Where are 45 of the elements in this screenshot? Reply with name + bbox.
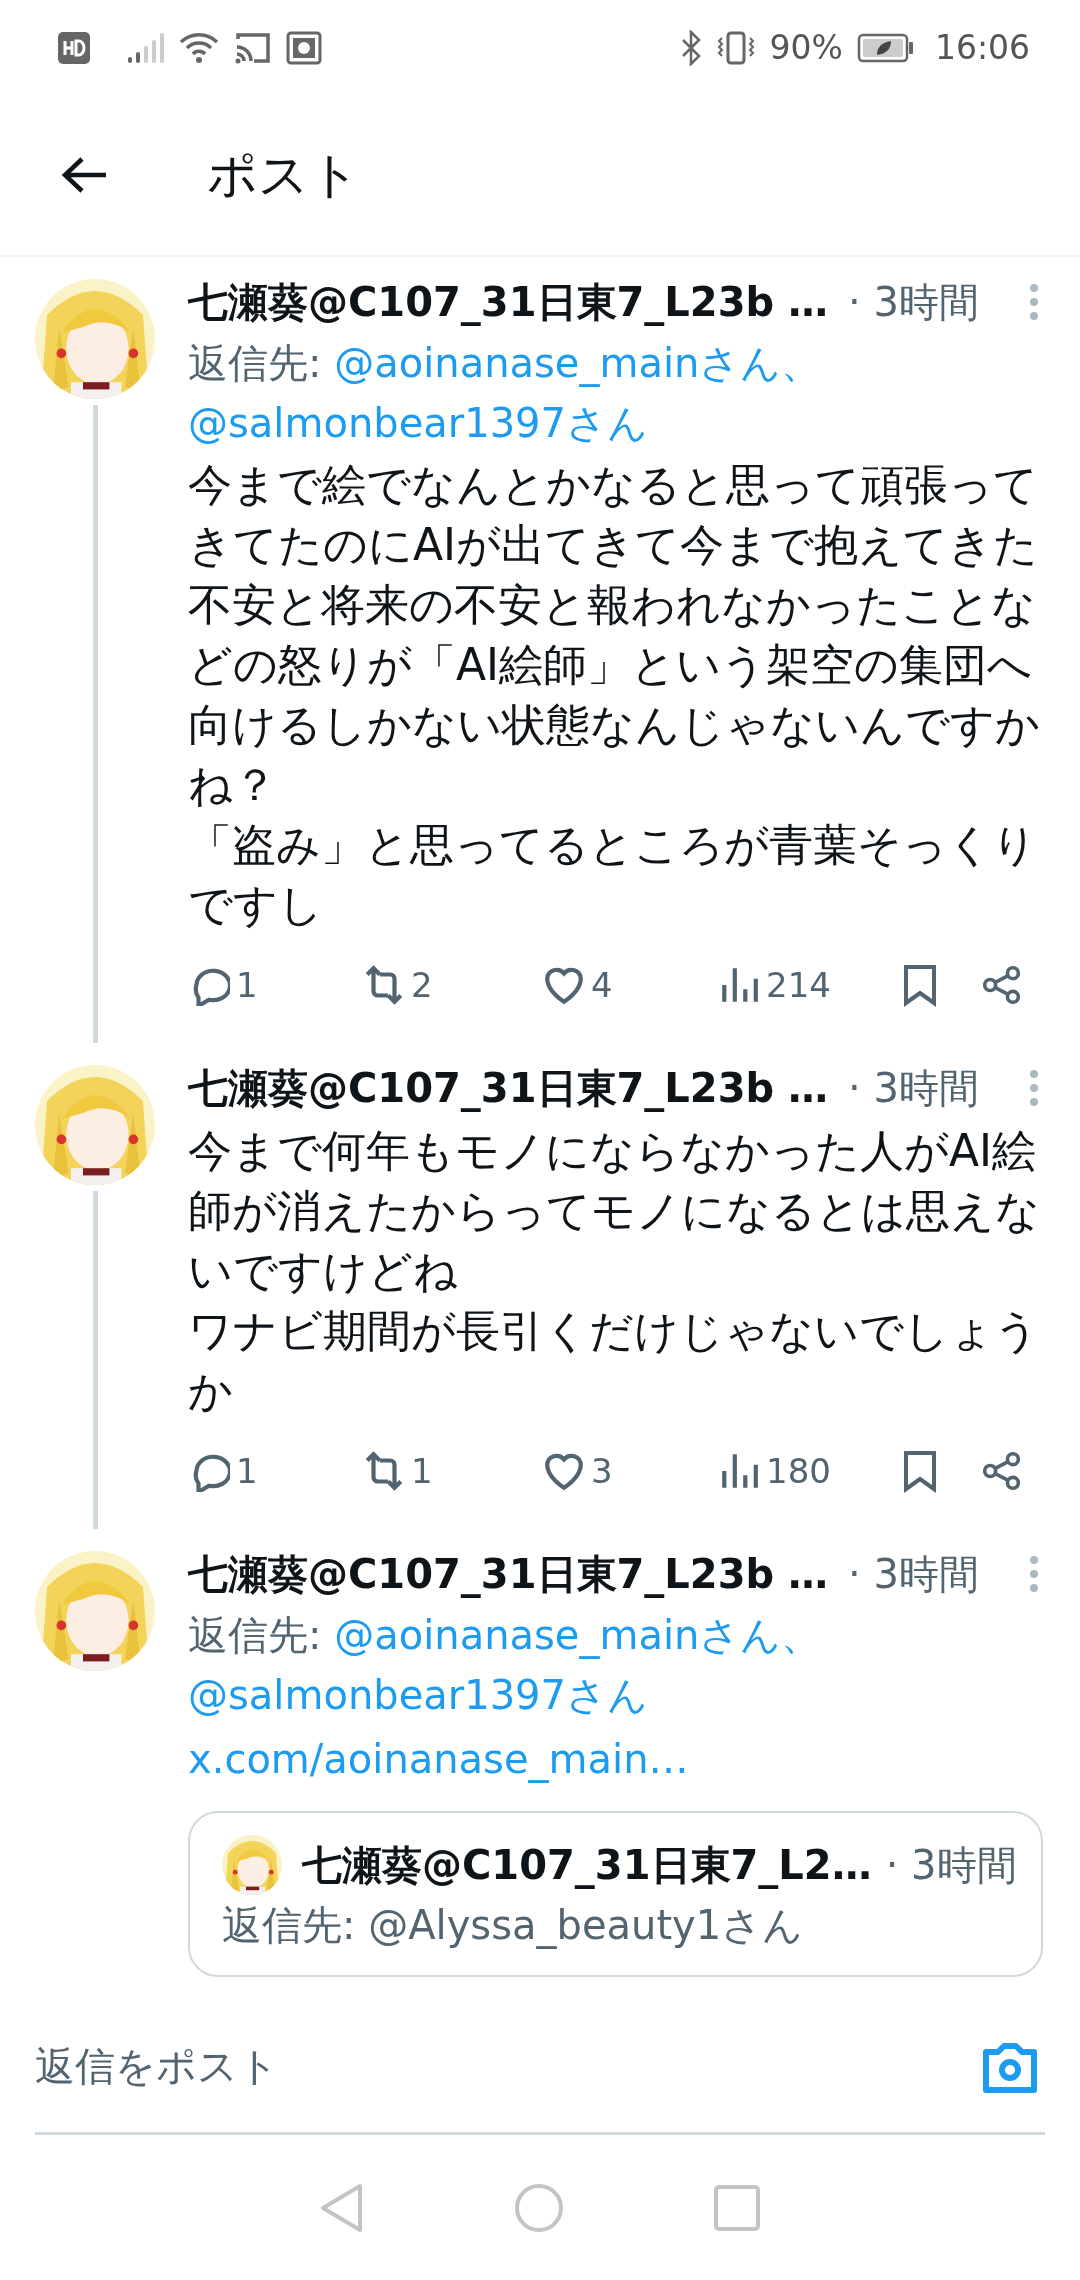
views-button[interactable]: 214 [718, 964, 896, 1006]
reply-button[interactable]: 1 [188, 964, 363, 1006]
like-button[interactable]: 4 [543, 964, 718, 1006]
repost-icon [363, 1450, 405, 1492]
reply-to-text: 返信先: @aoinanase_mainさん、 @salmonbear1397さん [188, 339, 823, 448]
vibrate-icon [715, 29, 756, 66]
share-icon[interactable] [982, 1451, 1022, 1491]
more-icon[interactable] [1028, 1068, 1040, 1108]
clock-time: 16:06 [934, 28, 1030, 67]
share-icon[interactable] [982, 965, 1022, 1005]
more-icon[interactable] [1028, 1554, 1040, 1594]
author-name[interactable]: 七瀬葵@C107_31日東7_L23b … [188, 1060, 829, 1116]
author-name[interactable]: 七瀬葵@C107_31日東7_L23b … [188, 274, 829, 330]
reply-to-text: 返信先: @Alyssa_beauty1さん [222, 1901, 805, 1951]
cast-icon [234, 30, 272, 65]
back-nav-icon[interactable] [320, 2182, 364, 2233]
views-button[interactable]: 180 [718, 1450, 896, 1492]
more-icon[interactable] [1028, 282, 1040, 322]
author-name: 七瀬葵@C107_31日東7_L2… [302, 1840, 872, 1891]
post-text: ワナビ期間が長引くだけじゃないでしょうか [188, 1304, 1040, 1418]
post-time: · 3時間 [885, 1840, 1017, 1890]
author-name[interactable]: 七瀬葵@C107_31日東7_L23b … [188, 1546, 829, 1602]
bluetooth-icon [679, 29, 702, 66]
like-button[interactable]: 3 [543, 1450, 718, 1492]
screen-record-icon [286, 30, 322, 65]
quoted-post-card[interactable]: 七瀬葵@C107_31日東7_L2… · 3時間 返信先: @Alyssa_beauty1さん [188, 1811, 1043, 1977]
signal-icon [126, 30, 164, 65]
post-text: 「盗み」と思ってるところが青葉そっくりですし [188, 818, 1038, 932]
post-time: · 3時間 [848, 1063, 979, 1113]
battery-icon [856, 32, 915, 63]
recents-nav-icon[interactable] [714, 2184, 760, 2231]
reply-button[interactable]: 1 [188, 1450, 363, 1492]
page-title: ポスト [207, 144, 360, 206]
battery-percent: 90% [769, 28, 843, 67]
post-text: 今まで絵でなんとかなると思って頑張ってきてたのにAIが出てきて今まで抱えてきた不安と将来の不安と報われなかったことなどの怒りが「AI絵師」という架空の集団へ向けるしかない状態なんじゃないんですかね？ [188, 458, 1041, 812]
post-time: · 3時間 [848, 1549, 979, 1599]
post-time: · 3時間 [848, 277, 979, 327]
repost-icon [363, 964, 405, 1006]
repost-button[interactable]: 2 [363, 964, 543, 1006]
reply-input-field[interactable]: 返信をポスト [35, 2000, 1045, 2135]
home-nav-icon[interactable] [514, 2182, 564, 2233]
repost-button[interactable]: 1 [363, 1450, 543, 1492]
post-text: 今まで何年もモノにならなかった人がAI絵師が消えたからってモノになるとは思えないですけどね [188, 1124, 1041, 1298]
hd-icon [58, 31, 90, 64]
wifi-icon [178, 30, 220, 65]
